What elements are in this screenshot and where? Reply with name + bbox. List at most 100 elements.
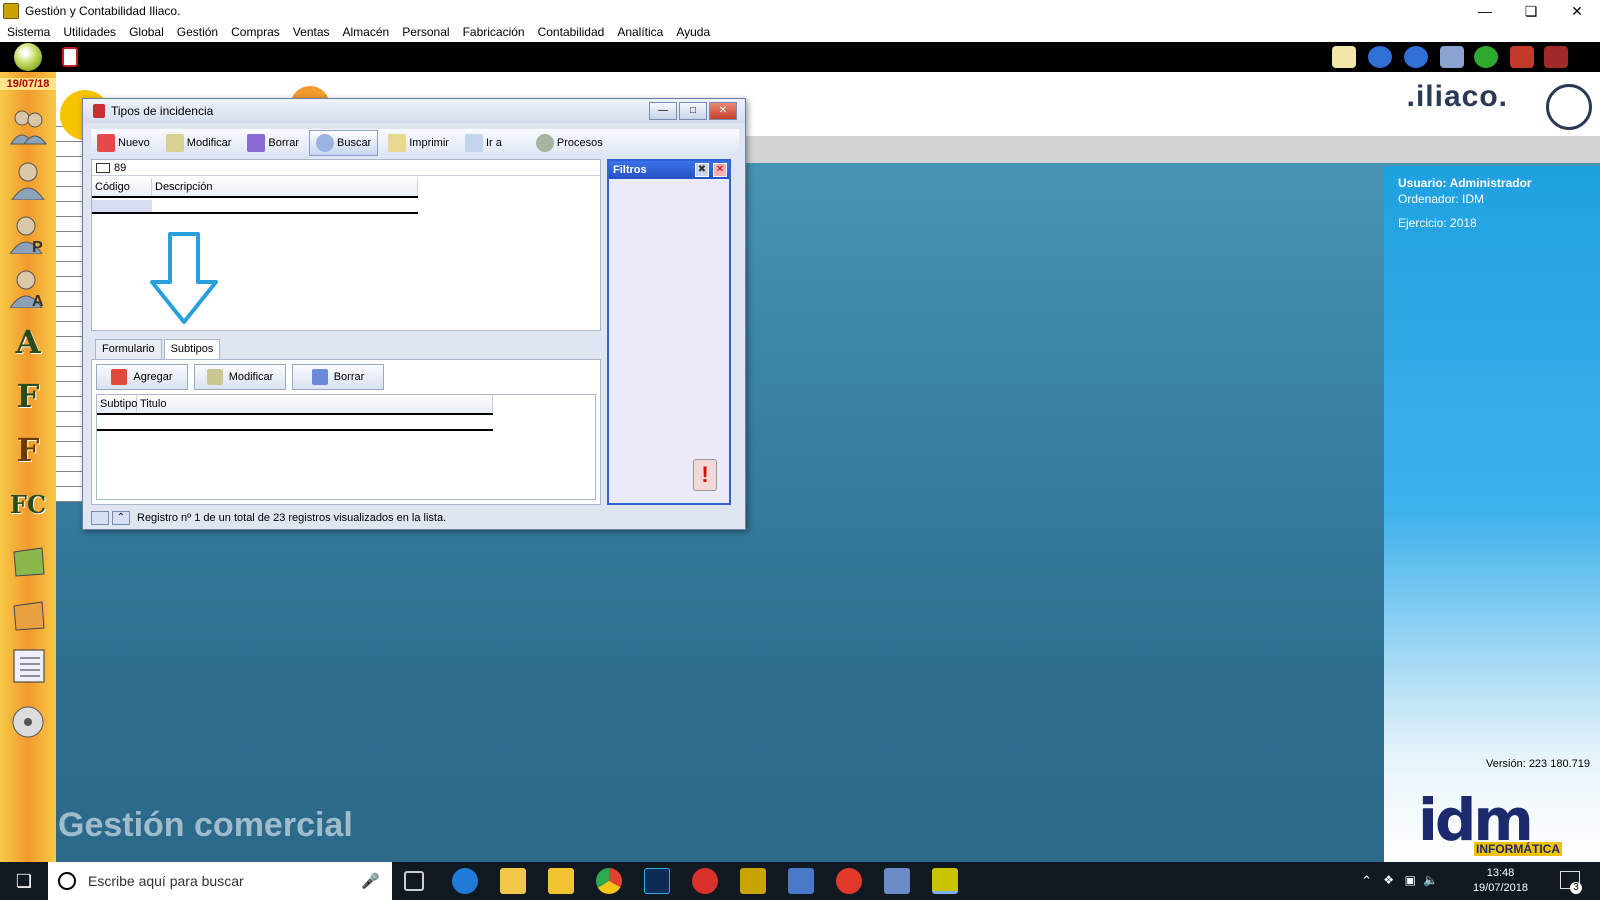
restore-icon[interactable]: ❏ [1508, 0, 1554, 22]
agregar-button[interactable]: Agregar [96, 364, 188, 390]
modificar-button[interactable]: Modificar [160, 130, 238, 156]
procesos-button[interactable]: Procesos [530, 130, 609, 156]
borrar-button[interactable]: Borrar [241, 130, 305, 156]
sidebar-notebook-icon[interactable] [6, 644, 50, 688]
tray-chevron-up-icon[interactable]: ⌃ [1361, 873, 1372, 889]
left-sidebar: 19/07/18 P A A F F FC [0, 72, 56, 862]
menu-analitica[interactable]: Analítica [617, 25, 663, 39]
close-all-icon[interactable] [1544, 46, 1568, 68]
dialog-maximize-icon[interactable]: □ [679, 102, 707, 120]
tab-subtipos[interactable]: Subtipos [163, 339, 221, 359]
sidebar-bag-green-icon[interactable] [6, 536, 50, 580]
ir-a-button[interactable]: Ir a [459, 130, 508, 156]
taskbar-clock[interactable]: 13:48 19/07/2018 [1473, 866, 1528, 896]
menu-fabricacion[interactable]: Fabricación [463, 25, 525, 39]
nuevo-button[interactable]: Nuevo [91, 130, 156, 156]
sidebar-facturas-compra-icon[interactable]: FC [6, 482, 50, 526]
close-icon[interactable]: ✕ [1554, 0, 1600, 22]
window-controls: — ❏ ✕ [1462, 0, 1600, 22]
list-column-headers: Código Descripción [92, 178, 418, 198]
nuevo-icon [97, 134, 115, 152]
info-panel: Usuario: Administrador Ordenador: IDM Ej… [1384, 166, 1600, 862]
minimize-icon[interactable]: — [1462, 0, 1508, 22]
windows-taskbar: ❏ Escribe aquí para buscar 🎤 ⌃ ❖ ▣ 🔈 13:… [0, 862, 1600, 900]
dialog-alert-icon [93, 104, 105, 118]
dialog-toolbar: Nuevo Modificar Borrar Buscar Imprimir I… [91, 129, 739, 157]
sidebar-acreedores-icon[interactable]: A [6, 266, 50, 310]
mail-app-icon[interactable] [500, 868, 526, 894]
photoshop-icon[interactable] [644, 868, 670, 894]
list-count: 89 [114, 161, 127, 174]
sidebar-person-icon[interactable] [6, 158, 50, 202]
subtipo-modificar-icon [206, 369, 223, 385]
alert-tool-icon[interactable] [62, 47, 78, 67]
red-app-icon[interactable] [836, 868, 862, 894]
list-grid-icon [96, 162, 110, 173]
menu-compras[interactable]: Compras [231, 25, 280, 39]
statusbar-folder-icon[interactable] [91, 511, 109, 525]
col-subtipo[interactable]: Subtipo [97, 395, 137, 413]
home-orb-icon[interactable] [14, 43, 42, 71]
network-icon[interactable]: ▣ [1405, 873, 1416, 887]
menu-personal[interactable]: Personal [402, 25, 449, 39]
menu-ayuda[interactable]: Ayuda [676, 25, 710, 39]
close-window-icon[interactable] [1510, 46, 1534, 68]
filtros-close-icon[interactable]: ✕ [713, 163, 727, 177]
notebook-decoration [56, 112, 84, 502]
remote-desktop-icon[interactable] [788, 868, 814, 894]
buscar-button[interactable]: Buscar [308, 130, 379, 156]
filtros-pin-icon[interactable]: ✖ [695, 163, 709, 177]
microphone-icon[interactable]: 🎤 [361, 872, 380, 890]
edge-icon[interactable] [452, 868, 478, 894]
table-row[interactable] [97, 417, 493, 431]
mail-icon[interactable] [1332, 46, 1356, 68]
dx-app-icon[interactable] [692, 868, 718, 894]
forward-arrow-icon[interactable] [1404, 46, 1428, 68]
sidebar-cd-icon[interactable] [6, 698, 50, 742]
back-arrow-icon[interactable] [1368, 46, 1392, 68]
windows-list-icon[interactable] [1440, 46, 1464, 68]
dialog-titlebar[interactable]: Tipos de incidencia — □ ✕ [83, 99, 745, 123]
sidebar-albaranes-icon[interactable]: A [6, 320, 50, 364]
windows-start-icon[interactable]: ❏ [0, 862, 48, 900]
chrome-icon[interactable] [596, 868, 622, 894]
menu-almacen[interactable]: Almacén [343, 25, 390, 39]
iliaco-active-icon[interactable] [932, 868, 958, 894]
sidebar-facturas-icon[interactable]: F [6, 374, 50, 418]
info-ejercicio: Ejercicio: 2018 [1398, 216, 1477, 230]
dropbox-icon[interactable]: ❖ [1383, 873, 1394, 887]
menu-sistema[interactable]: Sistema [7, 25, 50, 39]
volume-muted-icon[interactable]: 🔈 [1423, 873, 1438, 887]
col-codigo[interactable]: Código [92, 178, 152, 196]
menu-gestion[interactable]: Gestión [177, 25, 218, 39]
notifications-count: 3 [1570, 882, 1582, 894]
iliaco-gestion-icon[interactable] [740, 868, 766, 894]
help-icon[interactable] [1474, 46, 1498, 68]
settings-app-icon[interactable] [884, 868, 910, 894]
subtipo-borrar-button[interactable]: Borrar [292, 364, 384, 390]
subtipo-modificar-button[interactable]: Modificar [194, 364, 286, 390]
sidebar-date: 19/07/18 [0, 78, 56, 90]
file-explorer-icon[interactable] [548, 868, 574, 894]
sidebar-facturas-proveedor-icon[interactable]: F [6, 428, 50, 472]
module-label: Gestión comercial [58, 806, 353, 844]
menu-ventas[interactable]: Ventas [293, 25, 330, 39]
table-row[interactable] [92, 200, 418, 214]
dialog-minimize-icon[interactable]: — [649, 102, 677, 120]
tab-formulario[interactable]: Formulario [95, 339, 162, 359]
menu-global[interactable]: Global [129, 25, 164, 39]
task-view-icon[interactable] [404, 871, 424, 891]
imprimir-button[interactable]: Imprimir [382, 130, 455, 156]
menu-contabilidad[interactable]: Contabilidad [538, 25, 605, 39]
dialog-close-icon[interactable]: ✕ [709, 102, 737, 120]
col-descripcion[interactable]: Descripción [152, 178, 418, 196]
taskbar-search[interactable]: Escribe aquí para buscar 🎤 [48, 862, 392, 900]
cortana-icon [58, 872, 76, 890]
col-titulo[interactable]: Titulo [137, 395, 493, 413]
sidebar-proveedores-icon[interactable]: P [6, 212, 50, 256]
sidebar-bag-orange-icon[interactable] [6, 590, 50, 634]
statusbar-chevron-up-icon[interactable]: ⌃ [112, 511, 130, 525]
sidebar-clients-icon[interactable] [6, 104, 50, 148]
incidencia-alert-icon: ! [693, 459, 717, 491]
menu-utilidades[interactable]: Utilidades [63, 25, 116, 39]
